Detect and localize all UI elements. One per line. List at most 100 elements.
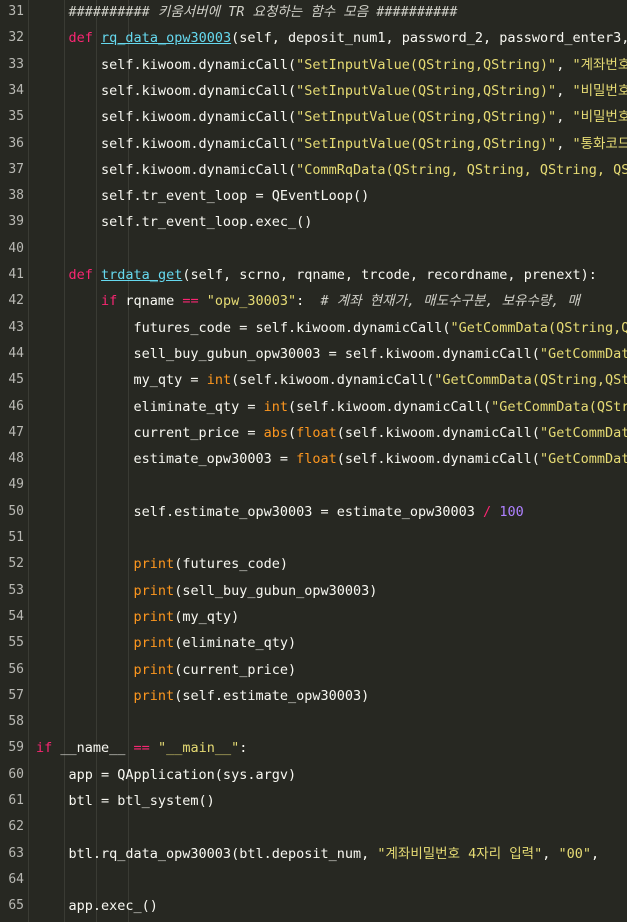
line-code: app = QApplication(sys.argv) (36, 762, 297, 788)
code-line[interactable]: 47 current_price = abs(float(self.kiwoom… (0, 420, 627, 446)
code-token: , (556, 109, 573, 126)
code-token: , (556, 135, 573, 152)
line-number: 43 (8, 319, 24, 335)
code-line[interactable]: 57 print(self.estimate_opw30003) (0, 683, 627, 709)
code-token: def (68, 30, 93, 47)
code-token: "계좌비밀번호 4자리 입력" (377, 845, 543, 862)
code-token: == (182, 293, 199, 310)
code-line[interactable]: 64 (0, 867, 627, 893)
line-code: print(current_price) (36, 657, 297, 683)
code-line[interactable]: 35 self.kiwoom.dynamicCall("SetInputValu… (0, 104, 627, 130)
code-line[interactable]: 34 self.kiwoom.dynamicCall("SetInputValu… (0, 78, 627, 104)
code-line[interactable]: 63 btl.rq_data_opw30003(btl.deposit_num,… (0, 841, 627, 867)
code-token: rqname (117, 293, 183, 310)
code-token: 100 (499, 503, 524, 520)
code-token: print (133, 556, 175, 573)
code-line[interactable]: 61 btl = btl_system() (0, 788, 627, 814)
code-line[interactable]: 42 if rqname == "opw_30003": # 계좌 현재가, 매… (0, 288, 627, 314)
code-line[interactable]: 62 (0, 814, 627, 840)
code-line[interactable]: 43 futures_code = self.kiwoom.dynamicCal… (0, 315, 627, 341)
line-code: eliminate_qty = int(self.kiwoom.dynamicC… (36, 394, 627, 420)
line-code: self.kiwoom.dynamicCall("SetInputValue(Q… (36, 104, 627, 130)
line-code: print(my_qty) (36, 604, 240, 630)
code-line[interactable]: 53 print(sell_buy_gubun_opw30003) (0, 578, 627, 604)
code-token: btl.rq_data_opw30003(btl.deposit_num, (36, 845, 378, 862)
code-line[interactable]: 36 self.kiwoom.dynamicCall("SetInputValu… (0, 131, 627, 157)
code-token: int (206, 372, 232, 389)
line-code: print(self.estimate_opw30003) (36, 683, 370, 709)
code-line[interactable]: 56 print(current_price) (0, 657, 627, 683)
code-token: print (133, 687, 175, 704)
code-line[interactable]: 48 estimate_opw30003 = float(self.kiwoom… (0, 446, 627, 472)
line-code: self.estimate_opw30003 = estimate_opw300… (36, 499, 524, 525)
code-line[interactable]: 37 self.kiwoom.dynamicCall("CommRqData(Q… (0, 157, 627, 183)
line-code: self.tr_event_loop = QEventLoop() (36, 183, 369, 209)
line-number: 31 (8, 4, 24, 19)
code-token: , (542, 845, 559, 862)
code-line[interactable]: 40 (0, 236, 627, 262)
line-code: print(futures_code) (36, 551, 288, 577)
line-number: 45 (8, 372, 24, 388)
code-token: float (296, 451, 337, 468)
line-code: ########## 키움서버에 TR 요청하는 함수 모음 #########… (36, 0, 458, 25)
code-token: "GetCommData (539, 345, 627, 362)
code-line[interactable]: 60 app = QApplication(sys.argv) (0, 762, 627, 788)
line-number: 61 (8, 793, 24, 808)
code-line[interactable]: 38 self.tr_event_loop = QEventLoop() (0, 183, 627, 209)
code-line[interactable]: 33 self.kiwoom.dynamicCall("SetInputValu… (0, 52, 627, 78)
code-token: "비밀번호 (572, 109, 627, 126)
code-token: "통화코드 (572, 135, 627, 152)
code-line[interactable]: 54 print(my_qty) (0, 604, 627, 630)
line-number: 32 (8, 30, 24, 46)
line-number: 40 (8, 240, 24, 256)
line-code: self.kiwoom.dynamicCall("SetInputValue(Q… (36, 78, 627, 104)
code-token: self.estimate_opw30003 = estimate_opw300… (36, 503, 484, 520)
code-token: (self.kiwoom.dynamicCall( (287, 398, 492, 415)
line-number: 64 (8, 871, 24, 887)
code-token: app.exec_() (36, 898, 158, 915)
code-token: (my_qty) (174, 608, 240, 625)
line-number: 42 (8, 293, 24, 309)
code-token: "SetInputValue(QString,QString)" (296, 135, 557, 152)
line-number: 55 (8, 635, 24, 651)
code-token: "GetCommData (539, 424, 627, 441)
code-line[interactable]: 41 def trdata_get(self, scrno, rqname, t… (0, 262, 627, 288)
code-token: (self.kiwoom.dynamicCall( (336, 451, 540, 468)
code-token: "SetInputValue(QString,QString)" (296, 56, 557, 73)
code-token: def (68, 267, 93, 283)
code-token: if (36, 740, 53, 757)
code-line[interactable]: 58 (0, 709, 627, 735)
code-line[interactable]: 31 ########## 키움서버에 TR 요청하는 함수 모음 ######… (0, 0, 627, 25)
line-code: self.kiwoom.dynamicCall("SetInputValue(Q… (36, 52, 627, 78)
code-line[interactable]: 51 (0, 525, 627, 551)
code-token: "계좌번호 (572, 56, 627, 73)
line-number: 49 (8, 477, 24, 493)
line-code: if __name__ == "__main__": (36, 735, 247, 761)
code-line[interactable]: 46 eliminate_qty = int(self.kiwoom.dynam… (0, 394, 627, 420)
code-token: , (556, 56, 573, 73)
line-number: 52 (8, 556, 24, 572)
code-token: int (263, 398, 288, 415)
code-editor[interactable]: 31 ########## 키움서버에 TR 요청하는 함수 모음 ######… (0, 0, 627, 922)
line-number: 56 (8, 661, 24, 677)
code-line[interactable]: 50 self.estimate_opw30003 = estimate_opw… (0, 499, 627, 525)
code-line[interactable]: 39 self.tr_event_loop.exec_() (0, 209, 627, 235)
line-number: 54 (8, 608, 24, 624)
code-line[interactable]: 55 print(eliminate_qty) (0, 630, 627, 656)
line-code: def trdata_get(self, scrno, rqname, trco… (36, 262, 597, 288)
code-line[interactable]: 49 (0, 472, 627, 498)
code-line[interactable]: 59 if __name__ == "__main__": (0, 735, 627, 761)
code-token: trdata_get (101, 267, 183, 283)
code-line[interactable]: 65 app.exec_() (0, 893, 627, 919)
code-line[interactable]: 45 my_qty = int(self.kiwoom.dynamicCall(… (0, 367, 627, 393)
code-line[interactable]: 52 print(futures_code) (0, 551, 627, 577)
line-code: my_qty = int(self.kiwoom.dynamicCall("Ge… (36, 367, 627, 393)
line-code: sell_buy_gubun_opw30003 = self.kiwoom.dy… (36, 341, 627, 367)
code-line[interactable]: 32 def rq_data_opw30003(self, deposit_nu… (0, 25, 627, 51)
code-line[interactable]: 44 sell_buy_gubun_opw30003 = self.kiwoom… (0, 341, 627, 367)
